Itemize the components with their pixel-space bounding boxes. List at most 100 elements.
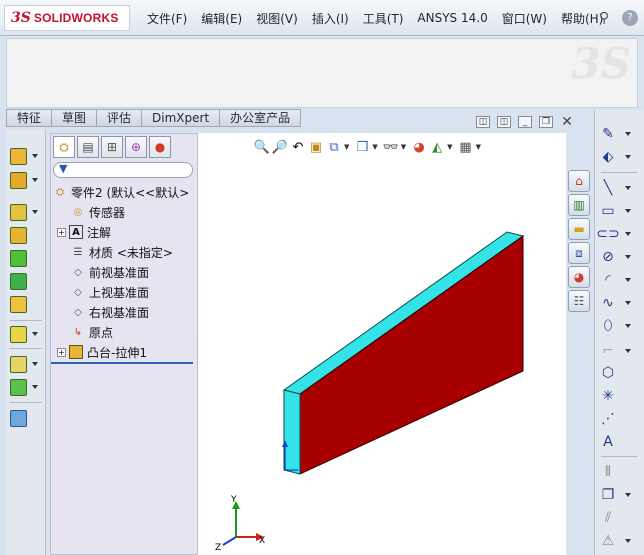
file-explorer-tab[interactable]: ▬ (568, 218, 590, 240)
tree-item-right-plane[interactable]: ◇ 右视基准面 (51, 302, 197, 322)
fillet-sketch-button[interactable]: ⌐ (599, 341, 639, 361)
pin-icon[interactable]: ⚲ (599, 10, 615, 26)
circle-icon: ⊘ (602, 249, 614, 265)
convert-entities-button[interactable]: ❐ (599, 485, 639, 505)
solidworks-logo[interactable]: 3S SOLIDWORKS (4, 5, 130, 31)
offset-entities-button[interactable]: ⫽ (599, 508, 639, 528)
chevron-down-icon (625, 255, 631, 259)
display-icon: ● (154, 140, 166, 154)
linear-pattern-button[interactable] (10, 324, 44, 344)
expand-icon[interactable]: + (57, 347, 66, 357)
line-button[interactable]: ╲ (599, 178, 639, 198)
menu-file[interactable]: 文件(F) (140, 10, 194, 27)
configuration-manager-tab[interactable]: ⊞ (101, 136, 123, 158)
sketch-fillet-icon: ⌐ (602, 343, 614, 359)
feature-manager-tab[interactable]: ⛭ (53, 136, 75, 158)
tile-right-icon[interactable]: ◫ (497, 116, 511, 128)
text-button[interactable]: A (599, 432, 639, 452)
appearances-tab[interactable]: ◕ (568, 266, 590, 288)
display-relations-button[interactable]: ⚠ (599, 531, 639, 551)
line-icon: ╲ (603, 180, 613, 196)
rectangle-button[interactable]: ▭ (599, 201, 639, 221)
feature-manager-panel: ⛭ ▤ ⊞ ⊕ ● ▼ ⛭ 零件2 (默认<<默认> ◎ 传感器 + A 注解 … (50, 133, 200, 555)
draft-button[interactable] (10, 271, 44, 291)
tree-item-front-plane[interactable]: ◇ 前视基准面 (51, 262, 197, 282)
plane-icon: ◇ (74, 286, 82, 298)
feature-filter-input[interactable]: ▼ (53, 162, 193, 178)
polygon-button[interactable]: ⬡ (599, 363, 639, 383)
tab-dimxpert[interactable]: DimXpert (142, 109, 221, 127)
annotation-icon: A (69, 225, 83, 239)
chevron-down-icon (625, 209, 631, 213)
extruded-boss-button[interactable] (10, 146, 44, 166)
menu-window[interactable]: 窗口(W) (495, 10, 554, 27)
menu-ansys[interactable]: ANSYS 14.0 (410, 11, 494, 25)
shell-button[interactable] (10, 248, 44, 268)
text-icon: A (603, 434, 613, 450)
graphics-area[interactable]: 🔍 🔎 ↶ ▣ ⧉ ▼ ❒ ▼ 👓 ▼ ◕ ◭ ▼ ▦ ▼ Y X Z (198, 133, 566, 555)
tree-item-label: 传感器 (89, 205, 126, 220)
custom-properties-tab[interactable]: ☷ (568, 290, 590, 312)
curves-button[interactable] (10, 377, 44, 397)
mirror-entities-button[interactable]: ⫴ (599, 462, 639, 482)
menu-view[interactable]: 视图(V) (249, 10, 305, 27)
point-button[interactable]: ✳ (599, 386, 639, 406)
tree-item-origin[interactable]: ↳ 原点 (51, 322, 197, 342)
spline-button[interactable]: ∿ (599, 293, 639, 313)
restore-button[interactable]: ❐ (539, 116, 553, 128)
circle-button[interactable]: ⊘ (599, 247, 639, 267)
view-palette-icon: ⧈ (575, 245, 583, 260)
sensor-icon: ◎ (73, 206, 83, 218)
chevron-down-icon (32, 332, 38, 336)
tile-left-icon[interactable]: ◫ (476, 116, 490, 128)
tree-part-root[interactable]: ⛭ 零件2 (默认<<默认> (51, 182, 197, 202)
close-button[interactable]: ✕ (560, 115, 574, 129)
part-icon: ⛭ (56, 186, 64, 198)
feature-manager-tabs: ⛭ ▤ ⊞ ⊕ ● (53, 136, 171, 158)
tree-item-annotations[interactable]: + A 注解 (51, 222, 197, 242)
tab-office-products[interactable]: 办公室产品 (220, 109, 302, 127)
smart-dimension-button[interactable]: ⬖ (599, 147, 639, 167)
logo-prefix: 3S (11, 10, 31, 26)
centerline-button[interactable]: ⋰ (599, 409, 639, 429)
tab-evaluate[interactable]: 评估 (97, 109, 143, 127)
tree-item-label: 前视基准面 (89, 265, 150, 280)
instant3d-button[interactable] (10, 408, 44, 428)
menu-insert[interactable]: 插入(I) (305, 10, 356, 27)
configuration-icon: ⊞ (106, 140, 118, 154)
chamfer-button[interactable] (10, 225, 44, 245)
rollback-bar[interactable] (51, 362, 193, 364)
display-manager-tab[interactable]: ● (149, 136, 171, 158)
model-end-face (283, 389, 301, 475)
expand-icon[interactable]: + (57, 227, 66, 237)
help-icon[interactable]: ? (622, 10, 638, 26)
fillet-button[interactable] (10, 202, 44, 222)
slot-icon: ⊂⊃ (596, 226, 620, 242)
ellipse-button[interactable]: ⬯ (599, 316, 639, 336)
design-library-tab[interactable]: ▥ (568, 194, 590, 216)
tab-sketch[interactable]: 草图 (52, 109, 98, 127)
slot-button[interactable]: ⊂⊃ (596, 224, 639, 244)
chevron-down-icon (625, 324, 631, 328)
view-palette-tab[interactable]: ⧈ (568, 242, 590, 264)
property-manager-tab[interactable]: ▤ (77, 136, 99, 158)
sketch-button[interactable]: ✎ (599, 124, 639, 144)
extruded-cut-button[interactable] (10, 170, 44, 190)
dimxpert-manager-tab[interactable]: ⊕ (125, 136, 147, 158)
ds-watermark-logo: 3S (571, 39, 631, 88)
menu-edit[interactable]: 编辑(E) (194, 10, 249, 27)
tab-features[interactable]: 特征 (6, 109, 53, 127)
solidworks-resources-tab[interactable]: ⌂ (568, 170, 590, 192)
chevron-down-icon (625, 232, 631, 236)
tree-item-top-plane[interactable]: ◇ 上视基准面 (51, 282, 197, 302)
ellipse-icon: ⬯ (603, 318, 613, 334)
menu-tools[interactable]: 工具(T) (356, 10, 411, 27)
arc-button[interactable]: ◜ (599, 270, 639, 290)
chevron-down-icon (625, 539, 631, 543)
minimize-button[interactable]: _ (518, 116, 532, 128)
tree-item-boss-extrude[interactable]: + 凸台-拉伸1 (51, 342, 197, 362)
tree-item-material[interactable]: ☰ 材质 <未指定> (51, 242, 197, 262)
tree-item-sensors[interactable]: ◎ 传感器 (51, 202, 197, 222)
reference-geometry-button[interactable] (10, 354, 44, 374)
hole-wizard-button[interactable] (10, 294, 44, 314)
